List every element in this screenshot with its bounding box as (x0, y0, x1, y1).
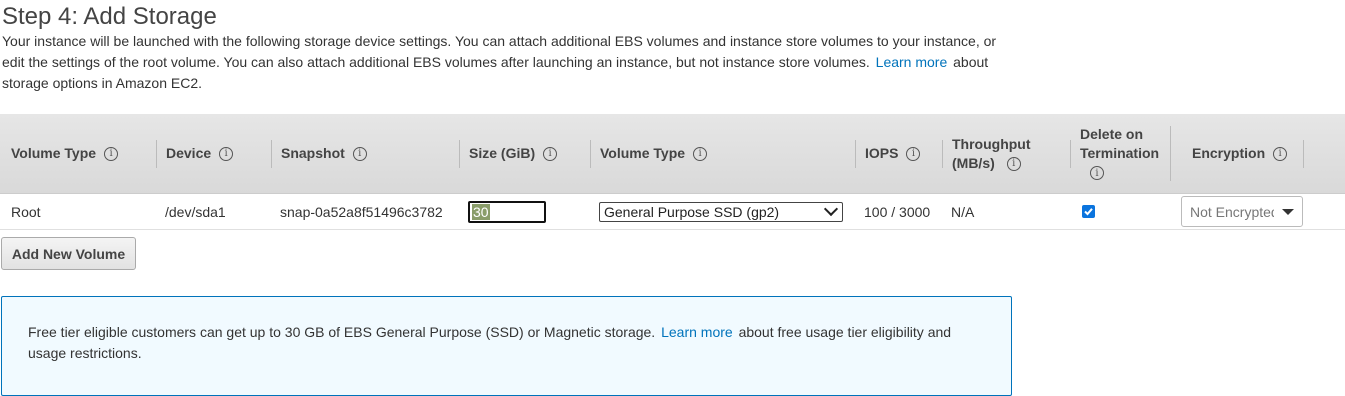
header-iops: IOPS i (855, 114, 921, 193)
header-delete-on-termination: Delete on Termination i (1070, 114, 1159, 193)
header-label-part: (MB/s) (952, 154, 995, 171)
volume-type-value: General Purpose SSD (gp2) (604, 203, 780, 220)
cell-device: /dev/sda1 (165, 203, 226, 220)
header-label: Device (166, 145, 212, 161)
size-input[interactable]: 30 (468, 200, 546, 223)
cell-size: 30 (468, 194, 546, 229)
header-label-line: Termination (1080, 145, 1160, 161)
free-tier-info-box: Free tier eligible customers can get up … (1, 296, 1012, 396)
header-label: IOPS (865, 145, 899, 161)
info-icon[interactable]: i (543, 146, 558, 161)
info-icon[interactable]: i (219, 146, 234, 161)
description-text: Your instance will be launched with the … (2, 33, 997, 70)
header-label: Size (GiB) (469, 145, 536, 161)
column-divider (459, 140, 460, 168)
info-icon[interactable]: i (1006, 156, 1021, 171)
column-divider (1303, 140, 1304, 168)
header-size: Size (GiB) i (459, 114, 558, 193)
cell-ebs-volume-type: General Purpose SSD (gp2) (599, 194, 843, 229)
info-icon[interactable]: i (906, 146, 921, 161)
header-label-line: (MB/s) i (952, 154, 1031, 173)
free-tier-text-part: Free tier eligible customers can get up … (28, 324, 656, 340)
info-icon[interactable]: i (1090, 166, 1104, 181)
header-label: Delete on Termination i (1080, 125, 1159, 182)
column-divider (1170, 126, 1171, 181)
info-icon[interactable]: i (1273, 146, 1288, 161)
column-divider (855, 140, 856, 168)
header-throughput: Throughput (MB/s) i (942, 114, 1031, 193)
header-label-line: i (1080, 163, 1159, 182)
header-label: Throughput (MB/s) i (952, 135, 1031, 173)
free-tier-learn-more-link[interactable]: Learn more (659, 324, 735, 340)
info-icon[interactable]: i (352, 146, 367, 161)
cell-throughput: N/A (951, 203, 975, 220)
header-encryption: Encryption i (1170, 114, 1304, 193)
cell-encryption: Not Encrypted (1181, 194, 1303, 229)
column-divider (942, 140, 943, 168)
header-label: Volume Type (600, 145, 686, 161)
header-ebs-volume-type: Volume Type i (590, 114, 708, 193)
cell-snapshot: snap-0a52a8f51496c3782 (280, 203, 443, 220)
header-label-line: Throughput (952, 135, 1031, 152)
encryption-select[interactable]: Not Encrypted (1181, 196, 1303, 227)
page-title: Step 4: Add Storage (2, 3, 217, 30)
header-label-line: Delete on (1080, 126, 1144, 142)
free-tier-text: Free tier eligible customers can get up … (28, 322, 988, 364)
storage-table: Volume Type i Device i Snapshot i Size (… (0, 114, 1345, 230)
column-divider (271, 140, 272, 168)
header-volume-type: Volume Type i (11, 114, 119, 193)
info-icon[interactable]: i (104, 146, 119, 161)
header-device: Device i (156, 114, 234, 193)
caret-down-icon (1282, 208, 1294, 215)
header-label: Snapshot (281, 145, 345, 161)
table-header: Volume Type i Device i Snapshot i Size (… (0, 114, 1345, 194)
header-label: Encryption (1192, 145, 1266, 161)
volume-type-select[interactable]: General Purpose SSD (gp2) (599, 201, 843, 222)
header-label: Volume Type (11, 145, 97, 161)
column-divider (590, 140, 591, 168)
delete-on-termination-checkbox[interactable] (1082, 205, 1095, 218)
size-value: 30 (472, 203, 490, 220)
add-new-volume-button[interactable]: Add New Volume (1, 237, 136, 270)
cell-delete-on-termination (1082, 194, 1095, 229)
page-description: Your instance will be launched with the … (2, 31, 1002, 94)
table-row: Root /dev/sda1 snap-0a52a8f51496c3782 30… (0, 194, 1345, 230)
column-divider (156, 140, 157, 168)
cell-iops: 100 / 3000 (864, 203, 931, 220)
learn-more-link[interactable]: Learn more (874, 54, 950, 70)
header-snapshot: Snapshot i (271, 114, 367, 193)
column-divider (1070, 140, 1071, 168)
checkmark-icon (1084, 208, 1093, 216)
info-icon[interactable]: i (693, 146, 708, 161)
cell-volume-type: Root (11, 203, 41, 220)
encryption-value: Not Encrypted (1190, 203, 1274, 220)
chevron-down-icon (823, 201, 839, 217)
